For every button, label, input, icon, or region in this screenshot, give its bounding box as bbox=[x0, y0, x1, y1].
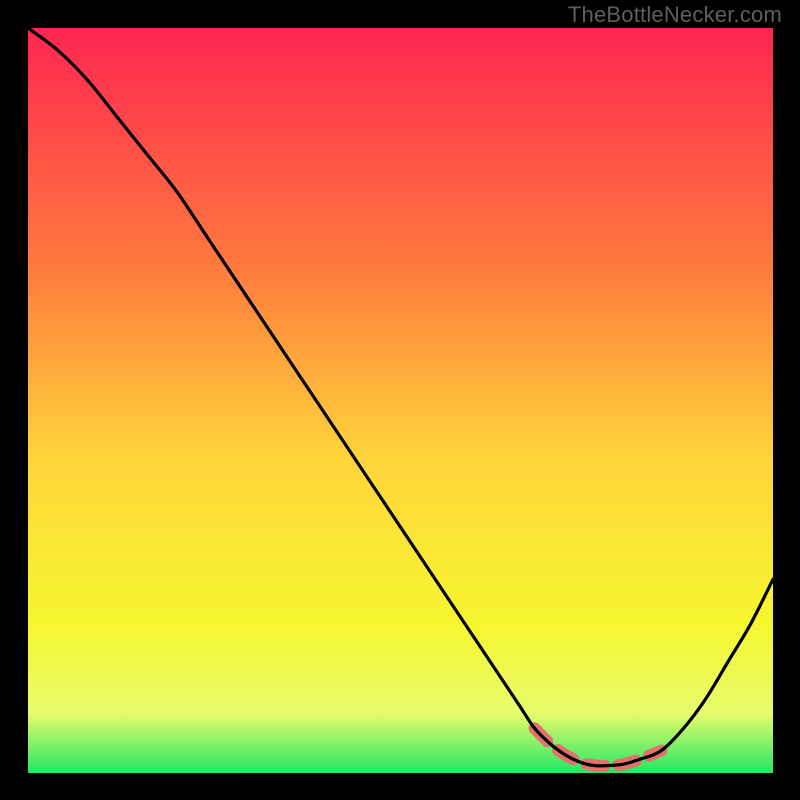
bottleneck-chart bbox=[28, 28, 773, 773]
chart-container: TheBottleNecker.com bbox=[0, 0, 800, 800]
gradient-background bbox=[28, 28, 773, 773]
watermark-text: TheBottleNecker.com bbox=[568, 2, 782, 28]
